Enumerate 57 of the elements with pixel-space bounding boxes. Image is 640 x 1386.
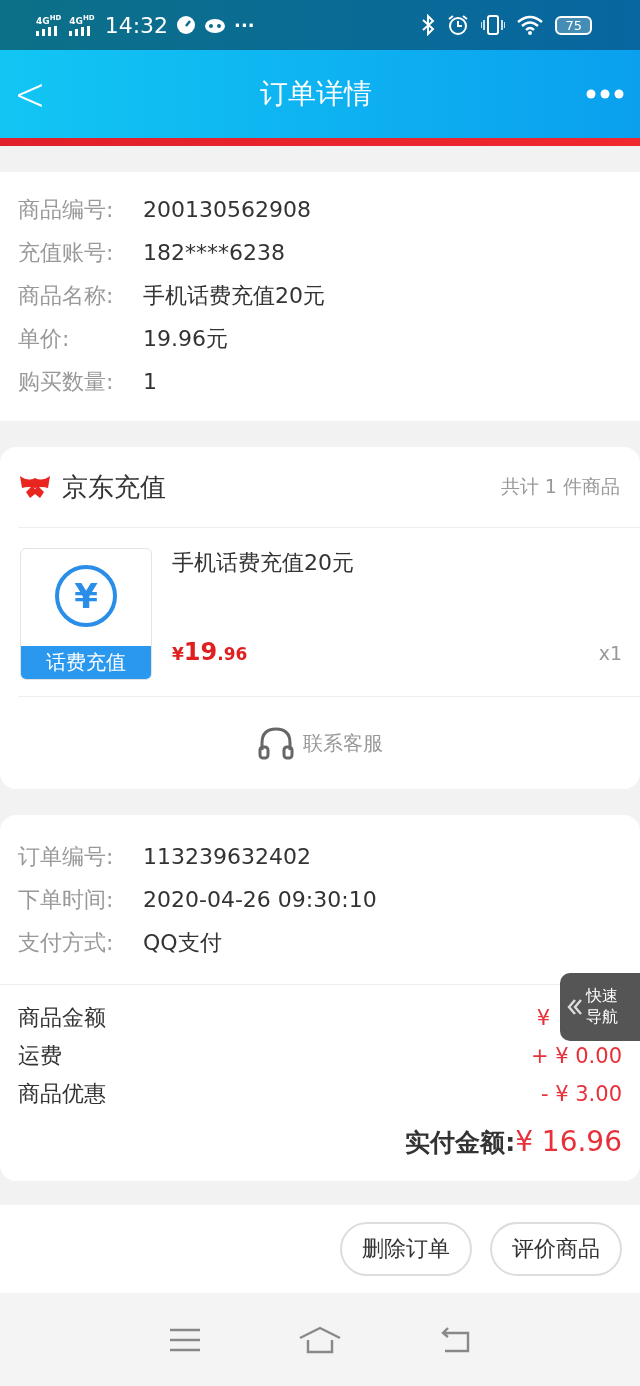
field-label: 商品编号: — [18, 195, 115, 224]
field-value: QQ支付 — [143, 928, 222, 957]
amount-value: - ¥ 3.00 — [540, 1082, 622, 1106]
clock-time: 14:32 — [104, 12, 169, 38]
field-value: 2020-04-26 09:30:10 — [143, 887, 377, 912]
field-label: 下单时间: — [18, 885, 115, 914]
action-button[interactable]: 评价商品 — [490, 1222, 622, 1276]
field-value: 手机话费充值20元 — [143, 281, 325, 310]
amount-label: 运费 — [18, 1042, 62, 1070]
menu-icon[interactable] — [168, 1327, 201, 1352]
network-label: 4G$^{HD}$ — [36, 14, 62, 26]
wifi-icon — [517, 15, 544, 35]
product-name: 手机话费充值20元 — [172, 549, 355, 577]
amount-label: 商品优惠 — [18, 1080, 106, 1108]
amount-value: ¥ — [536, 1006, 550, 1030]
field-label: 商品名称: — [18, 281, 115, 310]
home-icon[interactable] — [298, 1325, 342, 1354]
battery-indicator: 75 — [555, 15, 592, 35]
field-value: 182****6238 — [143, 240, 285, 265]
speedometer-icon — [176, 15, 197, 35]
bluetooth-icon — [421, 14, 436, 36]
yuan-icon: ¥ — [55, 565, 117, 627]
quantity: x1 — [598, 642, 622, 664]
page-title: 订单详情 — [259, 76, 372, 112]
total-amount: ¥ 16.96 — [515, 1125, 622, 1158]
quick-nav-button[interactable]: 快速 导航 — [560, 973, 640, 1041]
field-value: 200130562908 — [143, 197, 311, 222]
field-value: 113239632402 — [143, 844, 311, 869]
network-label: 4G$^{HD}$ — [69, 14, 95, 26]
alarm-icon — [447, 14, 470, 36]
cat-face-icon — [204, 16, 227, 34]
total-label: 实付金额: — [405, 1127, 516, 1159]
quick-nav-label: 快速 — [586, 986, 618, 1007]
field-label: 单价: — [18, 324, 71, 353]
double-chevron-icon — [566, 998, 584, 1016]
shop-name: 京东充值 — [62, 470, 167, 504]
back-icon[interactable] — [439, 1326, 472, 1353]
amount-label: 商品金额 — [18, 1004, 106, 1032]
shop-logo-icon — [18, 474, 52, 500]
product-price: ¥19.96 — [172, 638, 248, 666]
field-value: 19.96元 — [143, 324, 228, 353]
quick-nav-label: 导航 — [586, 1007, 618, 1028]
signal-icon — [36, 25, 58, 36]
amount-value: + ¥ 0.00 — [530, 1044, 622, 1068]
vibrate-icon — [481, 14, 506, 36]
field-label: 充值账号: — [18, 238, 115, 267]
more-notifications: ··· — [234, 14, 255, 36]
field-label: 支付方式: — [18, 928, 115, 957]
item-count: 共计 1 件商品 — [500, 474, 620, 499]
action-button[interactable]: 删除订单 — [340, 1222, 472, 1276]
headset-icon — [257, 726, 295, 760]
thumbnail-label: 话费充值 — [21, 646, 151, 679]
field-label: 购买数量: — [18, 367, 115, 396]
more-icon[interactable] — [586, 89, 624, 99]
signal-icon — [69, 25, 92, 36]
field-label: 订单编号: — [18, 842, 115, 871]
field-value: 1 — [143, 369, 157, 394]
